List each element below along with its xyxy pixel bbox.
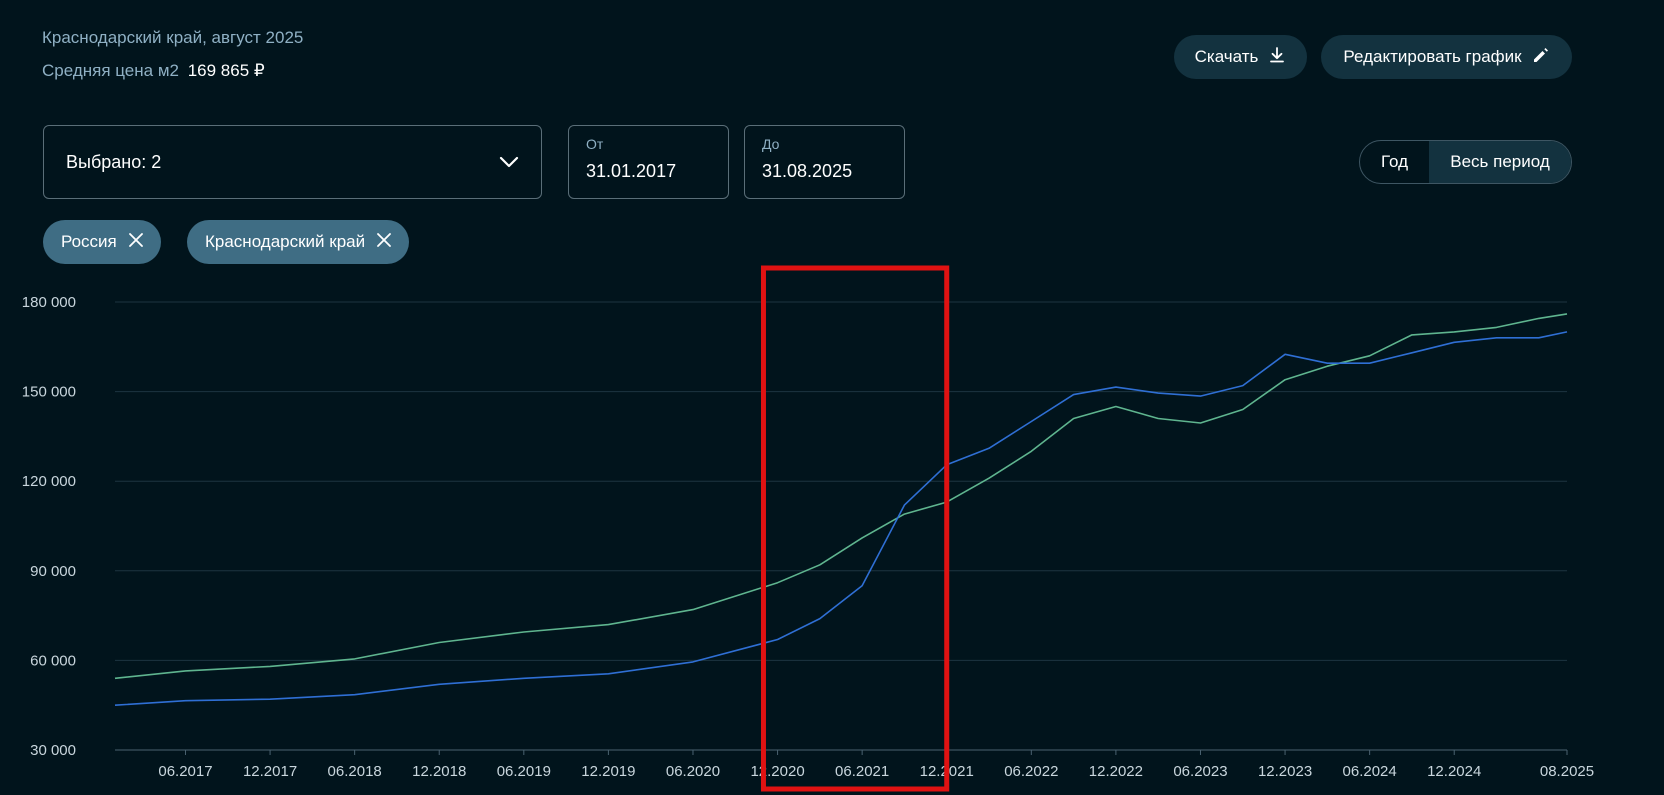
x-tick-label: 12.2017 xyxy=(243,763,297,780)
series-line-2 xyxy=(114,331,1568,706)
x-tick-label: 06.2017 xyxy=(158,763,212,780)
y-tick-label: 30 000 xyxy=(30,742,76,759)
x-tick-label: 06.2022 xyxy=(1004,763,1058,780)
y-tick-label: 180 000 xyxy=(22,294,76,311)
x-tick-label: 12.2018 xyxy=(412,763,466,780)
x-tick-label: 06.2023 xyxy=(1173,763,1227,780)
y-tick-label: 120 000 xyxy=(22,473,76,490)
x-tick-label: 06.2018 xyxy=(328,763,382,780)
x-tick-label: 06.2020 xyxy=(666,763,720,780)
y-tick-label: 150 000 xyxy=(22,384,76,401)
x-tick-label: 06.2021 xyxy=(835,763,889,780)
x-tick-label: 06.2019 xyxy=(497,763,551,780)
series-line-1 xyxy=(114,313,1568,680)
y-tick-label: 60 000 xyxy=(30,652,76,669)
highlight-rect xyxy=(760,265,950,792)
x-tick-label: 12.2023 xyxy=(1258,763,1312,780)
price-chart: 30 000 60 000 90 000 120 000 150 000 180 000 0… xyxy=(22,265,1594,792)
x-tick-label: 12.2020 xyxy=(750,763,804,780)
x-tick-label: 06.2024 xyxy=(1343,763,1397,780)
x-tick-label: 12.2019 xyxy=(581,763,635,780)
x-tick-label: 08.2025 xyxy=(1540,763,1594,780)
y-tick-label: 90 000 xyxy=(30,563,76,580)
x-tick-label: 12.2024 xyxy=(1427,763,1481,780)
x-tick-label: 12.2022 xyxy=(1089,763,1143,780)
